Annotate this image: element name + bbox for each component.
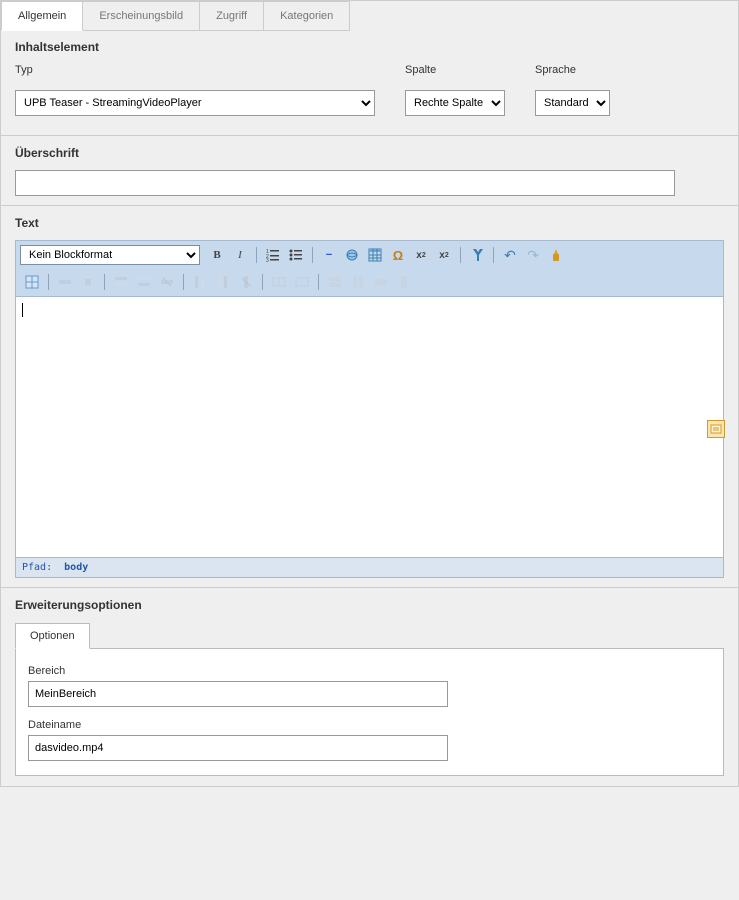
unordered-list-icon[interactable] <box>286 245 306 265</box>
subscript-icon[interactable]: x2 <box>411 245 431 265</box>
tab-categories[interactable]: Kategorien <box>263 1 350 31</box>
filename-input[interactable] <box>28 735 448 761</box>
col-split-icon <box>348 272 368 292</box>
separator-icon <box>460 247 461 263</box>
path-value[interactable]: body <box>64 562 88 573</box>
rte-toolbar: Kein Blockformat B I 123 − <box>16 241 723 297</box>
rte-toolbar-row2 <box>20 272 719 292</box>
extension-tabs: Optionen <box>15 622 724 648</box>
content-element-title: Inhaltselement <box>15 40 724 54</box>
insert-col-before-icon <box>190 272 210 292</box>
text-cursor-icon <box>22 303 23 317</box>
undo-icon[interactable]: ↶ <box>500 245 520 265</box>
path-label: Pfad: <box>22 562 52 573</box>
extension-title: Erweiterungsoptionen <box>15 598 724 612</box>
main-tabs: Allgemein Erscheinungsbild Zugriff Kateg… <box>1 1 738 31</box>
language-select[interactable]: Standard <box>535 90 610 116</box>
row-split-icon <box>325 272 345 292</box>
tab-general[interactable]: Allgemein <box>1 1 83 31</box>
link-icon[interactable] <box>342 245 362 265</box>
table-insert-icon[interactable] <box>22 272 42 292</box>
toggle-rte-icon[interactable] <box>707 420 725 438</box>
tab-appearance[interactable]: Erscheinungsbild <box>82 1 200 31</box>
form-container: Allgemein Erscheinungsbild Zugriff Kateg… <box>0 0 739 787</box>
section-extension: Erweiterungsoptionen Optionen Bereich Da… <box>1 587 738 786</box>
heading-title: Überschrift <box>15 146 724 160</box>
row-merge-icon <box>371 272 391 292</box>
column-label: Spalte <box>405 64 505 76</box>
cell-props-icon <box>78 272 98 292</box>
block-format-select[interactable]: Kein Blockformat <box>20 245 200 265</box>
bold-icon[interactable]: B <box>207 245 227 265</box>
separator-icon <box>104 274 105 290</box>
section-text: Text Kein Blockformat B I 123 <box>1 205 738 588</box>
area-label: Bereich <box>28 665 711 677</box>
rte-path-bar: Pfad: body <box>16 557 723 577</box>
separator-icon <box>312 247 313 263</box>
special-char-icon[interactable]: Ω <box>388 245 408 265</box>
separator-icon <box>493 247 494 263</box>
separator-icon <box>48 274 49 290</box>
separator-icon <box>318 274 319 290</box>
insert-row-before-icon <box>111 272 131 292</box>
insert-row-after-icon <box>134 272 154 292</box>
delete-row-icon <box>157 272 177 292</box>
table-icon[interactable] <box>365 245 385 265</box>
find-replace-icon[interactable] <box>467 245 487 265</box>
options-panel: Bereich Dateiname <box>15 648 724 776</box>
rich-text-editor: Kein Blockformat B I 123 − <box>15 240 724 578</box>
rte-wrapper: Kein Blockformat B I 123 − <box>15 240 724 578</box>
heading-input[interactable] <box>15 170 675 196</box>
row-props-icon <box>55 272 75 292</box>
type-select[interactable]: UPB Teaser - StreamingVideoPlayer <box>15 90 375 116</box>
cleanup-icon[interactable] <box>546 245 566 265</box>
separator-icon <box>183 274 184 290</box>
area-input[interactable] <box>28 681 448 707</box>
separator-icon <box>262 274 263 290</box>
language-label: Sprache <box>535 64 610 76</box>
insert-col-after-icon <box>213 272 233 292</box>
section-content-element: Inhaltselement Typ UPB Teaser - Streamin… <box>1 30 738 136</box>
filename-label: Dateiname <box>28 719 711 731</box>
delete-col-icon <box>236 272 256 292</box>
rte-content-area[interactable] <box>16 297 723 557</box>
svg-text:3: 3 <box>266 258 269 262</box>
merge-cell-icon <box>292 272 312 292</box>
tab-options[interactable]: Optionen <box>15 623 90 649</box>
redo-icon[interactable]: ↷ <box>523 245 543 265</box>
section-heading: Überschrift <box>1 135 738 206</box>
column-select[interactable]: Rechte Spalte <box>405 90 505 116</box>
text-title: Text <box>15 216 724 230</box>
col-merge-icon <box>394 272 414 292</box>
split-cell-icon <box>269 272 289 292</box>
superscript-icon[interactable]: x2 <box>434 245 454 265</box>
type-label: Typ <box>15 64 375 76</box>
tab-access[interactable]: Zugriff <box>199 1 264 31</box>
separator-icon <box>256 247 257 263</box>
italic-icon[interactable]: I <box>230 245 250 265</box>
horizontal-rule-icon[interactable]: − <box>319 245 339 265</box>
ordered-list-icon[interactable]: 123 <box>263 245 283 265</box>
